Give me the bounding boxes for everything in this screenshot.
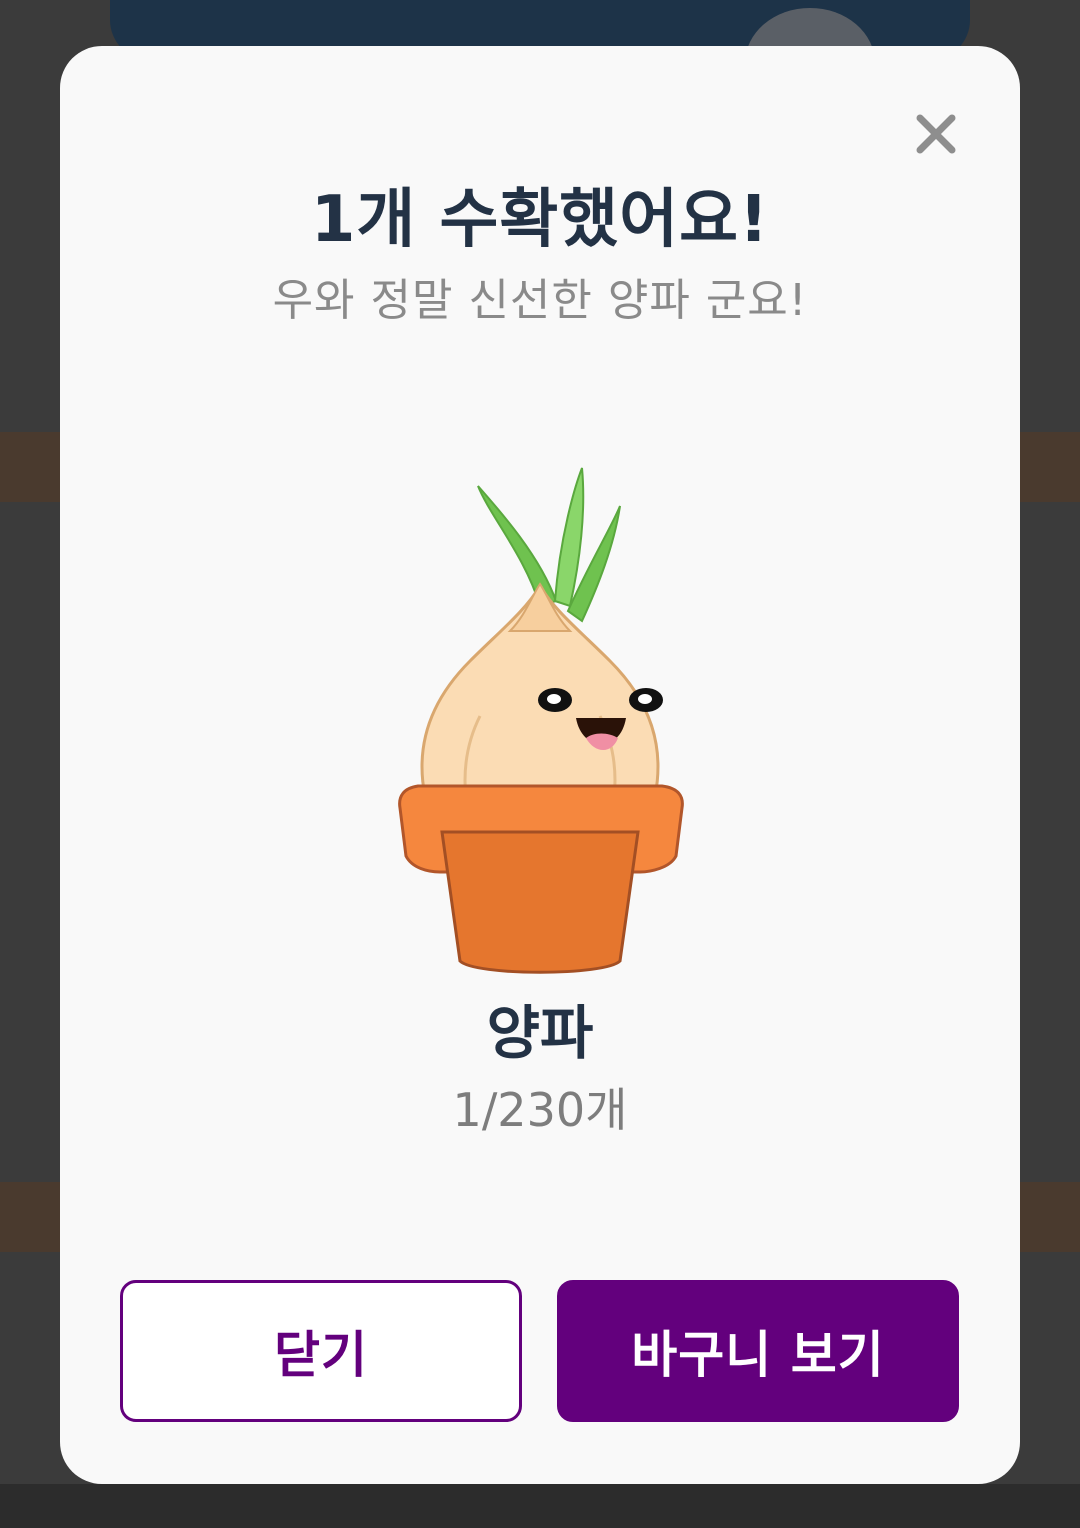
item-count: 1/230개 (452, 1083, 628, 1137)
close-button[interactable]: 닫기 (120, 1280, 522, 1422)
view-basket-button[interactable]: 바구니 보기 (557, 1280, 959, 1422)
harvest-modal: 1개 수확했어요! 우와 정말 신선한 양파 군요! 양파 1/230개 닫기 … (60, 46, 1020, 1484)
item-name: 양파 (486, 999, 594, 1067)
modal-title: 1개 수확했어요! (310, 183, 770, 257)
onion-pot-illustration (350, 416, 730, 981)
background-bottom-bar (0, 1484, 1080, 1528)
close-icon[interactable] (906, 104, 966, 164)
modal-subtitle: 우와 정말 신선한 양파 군요! (272, 275, 808, 326)
